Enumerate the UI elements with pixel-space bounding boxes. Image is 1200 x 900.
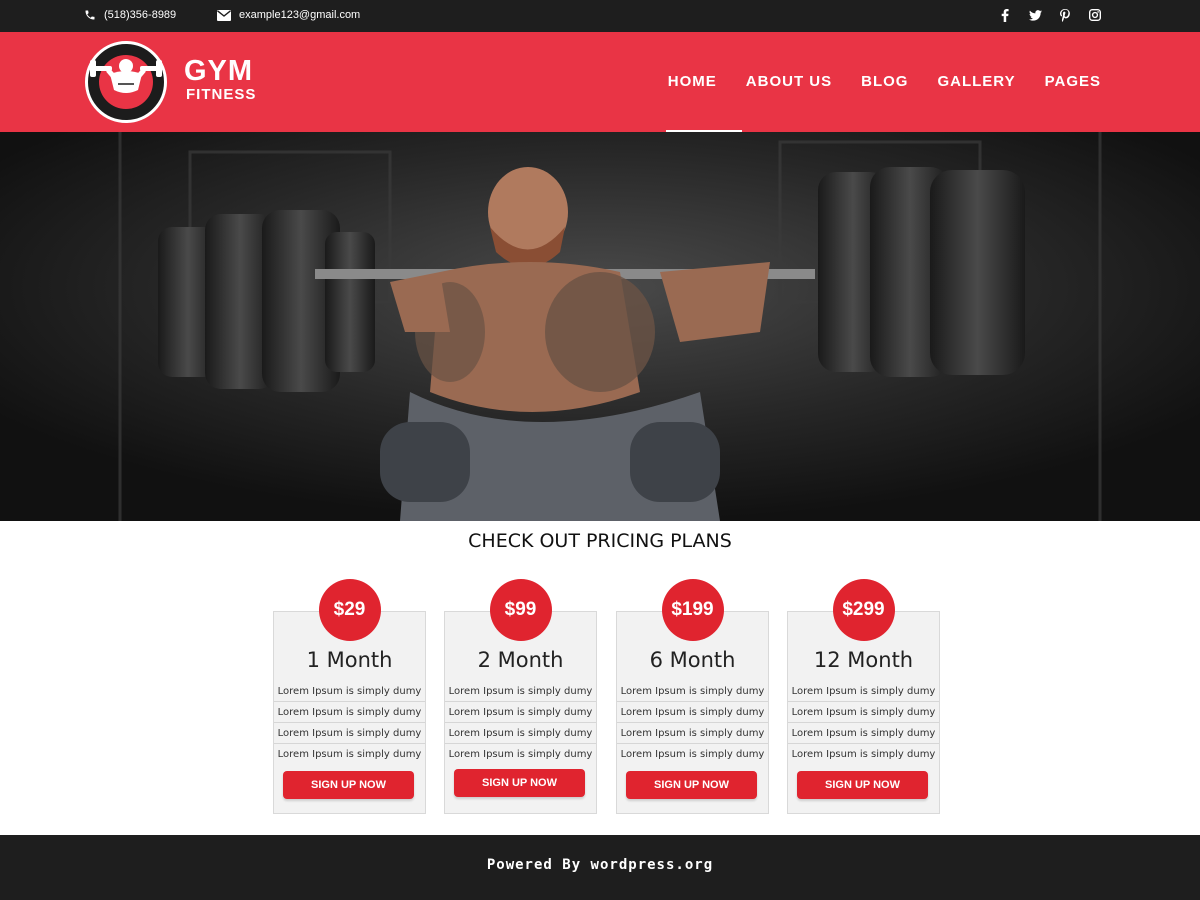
price-badge: $29 <box>318 579 381 641</box>
feature-item: Lorem Ipsum is simply dumy <box>274 723 425 744</box>
phone-number: (518)356-8989 <box>104 9 177 21</box>
phone-icon <box>84 9 96 21</box>
feature-list: Lorem Ipsum is simply dumy Lorem Ipsum i… <box>788 681 939 761</box>
sign-up-button[interactable]: SIGN UP NOW <box>626 771 757 799</box>
nav-blog[interactable]: BLOG <box>861 73 908 90</box>
price-badge: $299 <box>832 579 895 641</box>
feature-item: Lorem Ipsum is simply dumy <box>445 681 596 702</box>
site-footer: Powered By wordpress.org <box>0 835 1200 900</box>
nav-gallery[interactable]: GALLERY <box>937 73 1015 90</box>
facebook-icon[interactable] <box>998 8 1012 22</box>
feature-item: Lorem Ipsum is simply dumy <box>788 723 939 744</box>
site-logo[interactable]: GYM FITNESS <box>85 41 285 123</box>
top-bar: (518)356-8989 example123@gmail.com <box>0 0 1200 32</box>
feature-list: Lorem Ipsum is simply dumy Lorem Ipsum i… <box>445 681 596 761</box>
instagram-icon[interactable] <box>1088 8 1102 22</box>
feature-item: Lorem Ipsum is simply dumy <box>274 702 425 723</box>
pricing-card-1-month: $29 1 Month Lorem Ipsum is simply dumy L… <box>273 579 426 814</box>
pricing-card-2-month: $99 2 Month Lorem Ipsum is simply dumy L… <box>444 579 597 814</box>
feature-item: Lorem Ipsum is simply dumy <box>445 744 596 761</box>
main-nav: HOME ABOUT US BLOG GALLERY PAGES <box>668 73 1101 90</box>
feature-item: Lorem Ipsum is simply dumy <box>788 702 939 723</box>
logo-title: GYM <box>184 55 254 87</box>
bodybuilder-emblem-icon <box>85 41 167 123</box>
feature-item: Lorem Ipsum is simply dumy <box>617 744 768 761</box>
feature-list: Lorem Ipsum is simply dumy Lorem Ipsum i… <box>274 681 425 761</box>
sign-up-button[interactable]: SIGN UP NOW <box>454 769 585 797</box>
feature-item: Lorem Ipsum is simply dumy <box>445 702 596 723</box>
feature-item: Lorem Ipsum is simply dumy <box>274 681 425 702</box>
sign-up-button[interactable]: SIGN UP NOW <box>283 771 414 799</box>
plan-duration: 12 Month <box>813 648 914 672</box>
price-badge: $199 <box>661 579 724 641</box>
feature-item: Lorem Ipsum is simply dumy <box>445 723 596 744</box>
twitter-icon[interactable] <box>1028 8 1042 22</box>
powered-by-text[interactable]: Powered By wordpress.org <box>0 857 1200 873</box>
plan-duration: 6 Month <box>649 648 736 672</box>
social-links <box>998 8 1102 22</box>
feature-item: Lorem Ipsum is simply dumy <box>274 744 425 761</box>
email-contact: example123@gmail.com <box>217 9 360 21</box>
feature-item: Lorem Ipsum is simply dumy <box>617 681 768 702</box>
nav-home[interactable]: HOME <box>668 73 717 90</box>
pricing-card-12-month: $299 12 Month Lorem Ipsum is simply dumy… <box>787 579 940 814</box>
feature-item: Lorem Ipsum is simply dumy <box>617 702 768 723</box>
price-badge: $99 <box>489 579 552 641</box>
feature-list: Lorem Ipsum is simply dumy Lorem Ipsum i… <box>617 681 768 761</box>
feature-item: Lorem Ipsum is simply dumy <box>617 723 768 744</box>
feature-item: Lorem Ipsum is simply dumy <box>788 744 939 761</box>
site-header: GYM FITNESS HOME ABOUT US BLOG GALLERY P… <box>0 32 1200 132</box>
pinterest-icon[interactable] <box>1058 8 1072 22</box>
plan-duration: 2 Month <box>477 648 564 672</box>
pricing-plans: $29 1 Month Lorem Ipsum is simply dumy L… <box>273 578 941 818</box>
nav-about-us[interactable]: ABOUT US <box>746 73 832 90</box>
nav-pages[interactable]: PAGES <box>1045 73 1101 90</box>
sign-up-button[interactable]: SIGN UP NOW <box>797 771 928 799</box>
email-address[interactable]: example123@gmail.com <box>239 9 360 21</box>
logo-subtitle: FITNESS <box>186 86 257 103</box>
phone-contact: (518)356-8989 <box>84 9 176 21</box>
plan-duration: 1 Month <box>306 648 393 672</box>
feature-item: Lorem Ipsum is simply dumy <box>788 681 939 702</box>
hero-banner-image <box>0 132 1200 521</box>
pricing-title: CHECK OUT PRICING PLANS <box>468 530 732 552</box>
pricing-card-6-month: $199 6 Month Lorem Ipsum is simply dumy … <box>616 579 769 814</box>
envelope-icon <box>217 9 231 21</box>
